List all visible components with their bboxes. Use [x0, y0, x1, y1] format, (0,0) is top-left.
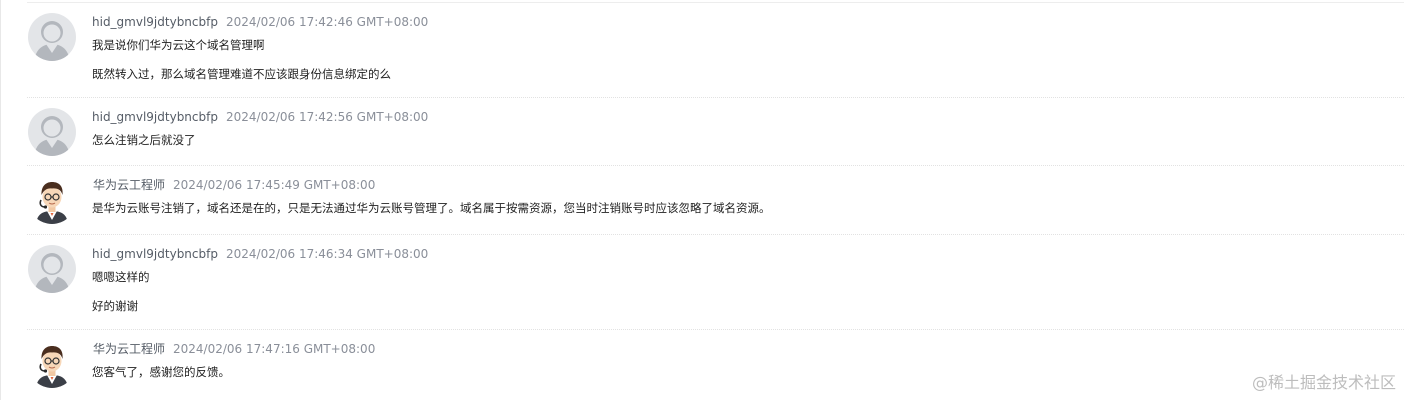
message-text: 既然转入过，那么域名管理难道不应该跟身份信息绑定的么	[92, 67, 391, 81]
message-meta: hid_gmvl9jdtybncbfp 2024/02/06 17:42:56 G…	[92, 110, 428, 124]
message-text: 是华为云账号注销了，域名还是在的，只是无法通过华为云账号管理了。域名属于按需资源…	[92, 201, 771, 215]
message-text: 嗯嗯这样的	[92, 270, 150, 284]
message-text: 我是说你们华为云这个域名管理啊	[92, 38, 265, 52]
timestamp: 2024/02/06 17:42:46 GMT+08:00	[225, 15, 429, 29]
message-text: 怎么注销之后就没了	[92, 133, 196, 147]
timestamp: 2024/02/06 17:47:16 GMT+08:00	[173, 342, 376, 356]
engineer-avatar-icon	[28, 340, 76, 388]
author-name[interactable]: 华为云工程师	[93, 342, 165, 356]
default-user-avatar-icon	[28, 108, 76, 156]
message-item: 华为云工程师 2024/02/06 17:47:16 GMT+08:00 您客气了…	[27, 330, 1404, 400]
author-name[interactable]: hid_gmvl9jdtybncbfp	[92, 247, 218, 261]
message-item: hid_gmvl9jdtybncbfp 2024/02/06 17:46:34 G…	[27, 235, 1404, 330]
author-name[interactable]: hid_gmvl9jdtybncbfp	[92, 15, 218, 29]
message-item: hid_gmvl9jdtybncbfp 2024/02/06 17:42:46 G…	[27, 3, 1404, 98]
message-text: 好的谢谢	[92, 299, 138, 313]
default-user-avatar-icon	[28, 13, 76, 61]
message-meta: hid_gmvl9jdtybncbfp 2024/02/06 17:46:34 G…	[92, 247, 428, 261]
author-name[interactable]: 华为云工程师	[93, 178, 165, 192]
message-meta: hid_gmvl9jdtybncbfp 2024/02/06 17:42:46 G…	[92, 15, 428, 29]
comment-thread: hid_gmvl9jdtybncbfp 2024/02/06 17:42:46 G…	[0, 0, 1404, 400]
timestamp: 2024/02/06 17:46:34 GMT+08:00	[225, 247, 429, 261]
watermark: @稀土掘金技术社区	[1251, 373, 1396, 392]
default-user-avatar-icon	[28, 245, 76, 293]
author-name[interactable]: hid_gmvl9jdtybncbfp	[92, 110, 218, 124]
message-meta: 华为云工程师 2024/02/06 17:45:49 GMT+08:00	[93, 178, 375, 192]
timestamp: 2024/02/06 17:42:56 GMT+08:00	[225, 110, 429, 124]
message-text: 您客气了，感谢您的反馈。	[92, 365, 230, 379]
message-meta: 华为云工程师 2024/02/06 17:47:16 GMT+08:00	[93, 342, 375, 356]
message-item: hid_gmvl9jdtybncbfp 2024/02/06 17:42:56 G…	[27, 98, 1404, 166]
message-item: 华为云工程师 2024/02/06 17:45:49 GMT+08:00 是华为云…	[27, 166, 1404, 235]
timestamp: 2024/02/06 17:45:49 GMT+08:00	[173, 178, 376, 192]
engineer-avatar-icon	[28, 176, 76, 224]
